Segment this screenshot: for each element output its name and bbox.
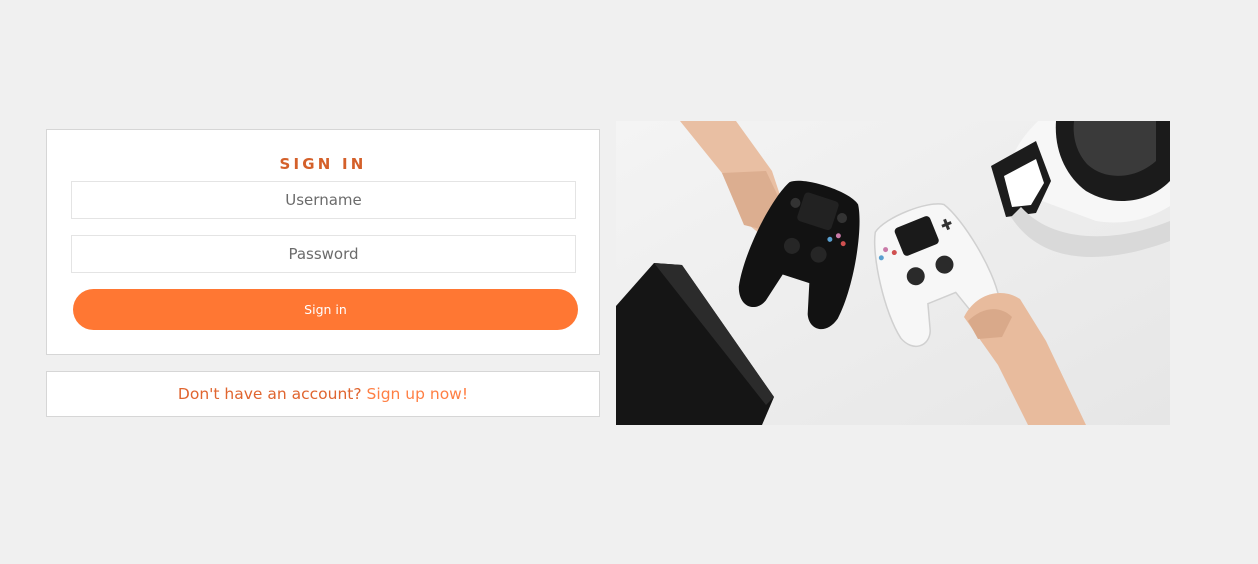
signup-card: Don't have an account? Sign up now! (46, 371, 600, 417)
hero-image (616, 121, 1170, 425)
username-field[interactable] (71, 181, 576, 219)
page: SIGN IN Sign in Don't have an account? S… (0, 0, 1258, 564)
signin-card: SIGN IN Sign in (46, 129, 600, 355)
password-field[interactable] (71, 235, 576, 273)
gaming-controllers-image (616, 121, 1170, 425)
signin-title: SIGN IN (279, 155, 367, 173)
signup-prompt: Don't have an account? (177, 385, 362, 403)
signin-button[interactable]: Sign in (73, 289, 578, 330)
signup-link[interactable]: Sign up now! (367, 385, 469, 403)
